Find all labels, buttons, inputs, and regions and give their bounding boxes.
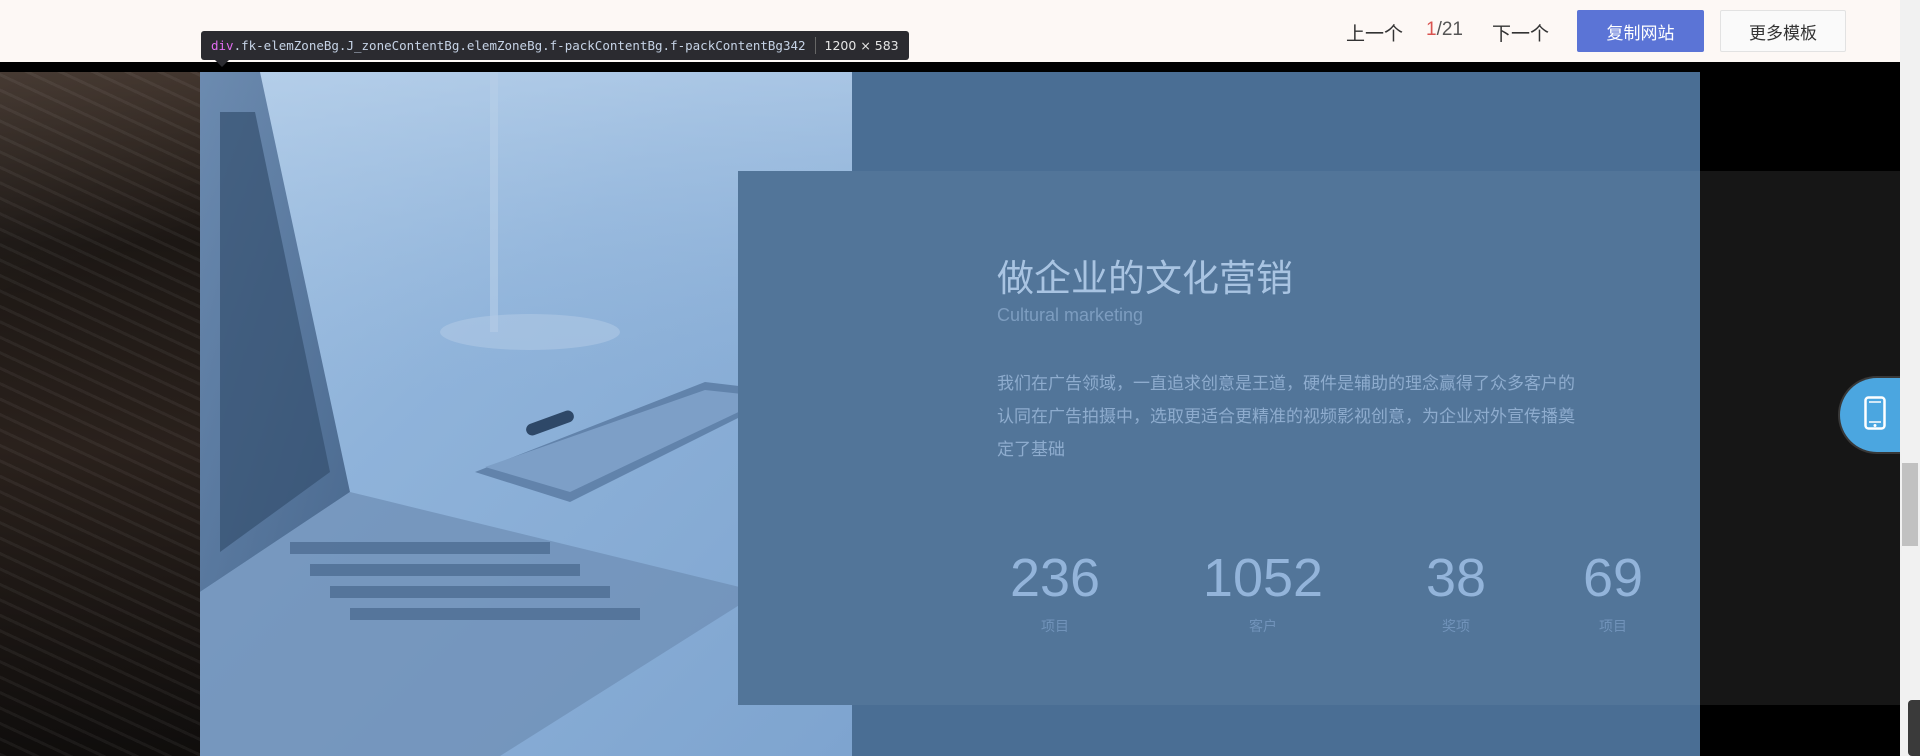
devtools-element-tooltip: div .fk-elemZoneBg.J_zoneContentBg.elemZo… (201, 31, 909, 60)
page-current: 1 (1426, 19, 1437, 40)
stat-value: 1052 (1202, 548, 1324, 608)
stat-label: 项目 (1599, 619, 1627, 635)
devtools-classes: .fk-elemZoneBg.J_zoneContentBg.elemZoneB… (233, 38, 806, 53)
stat-label: 项目 (1041, 619, 1069, 635)
prev-template-link[interactable]: 上一个 (1346, 19, 1403, 46)
stat-projects-2: 69 项目 (1573, 548, 1653, 636)
stat-awards: 38 奖项 (1416, 548, 1496, 636)
stat-value: 69 (1582, 548, 1644, 608)
mobile-phone-icon (1864, 396, 1886, 434)
card-title: 做企业的文化营销 (997, 257, 1293, 300)
page-counter: 1/21 (1426, 19, 1463, 41)
page-total: /21 (1436, 19, 1463, 40)
scrollbar-thumb[interactable] (1902, 463, 1918, 546)
next-template-link[interactable]: 下一个 (1492, 19, 1549, 46)
stat-label: 奖项 (1442, 619, 1470, 635)
stat-value: 38 (1425, 548, 1487, 608)
more-templates-button[interactable]: 更多模板 (1720, 10, 1846, 52)
copy-site-button[interactable]: 复制网站 (1577, 10, 1704, 52)
vertical-scrollbar[interactable] (1900, 0, 1920, 756)
stat-projects: 236 项目 (1005, 548, 1105, 636)
card-description: 我们在广告领域，一直追求创意是王道，硬件是辅助的理念赢得了众多客户的认同在广告拍… (997, 374, 1575, 460)
stat-label: 客户 (1249, 619, 1277, 635)
stat-value: 236 (1009, 548, 1101, 608)
devtools-dimensions: 1200 × 583 (824, 38, 899, 53)
devtools-tag: div (211, 38, 234, 53)
background-photo-strip (0, 72, 200, 756)
devtools-tooltip-arrow (215, 60, 229, 67)
card-subtitle: Cultural marketing (997, 305, 1144, 325)
devtools-separator (814, 37, 816, 54)
stat-clients: 1052 客户 (1193, 548, 1333, 636)
side-tab-widget[interactable] (1908, 700, 1920, 756)
